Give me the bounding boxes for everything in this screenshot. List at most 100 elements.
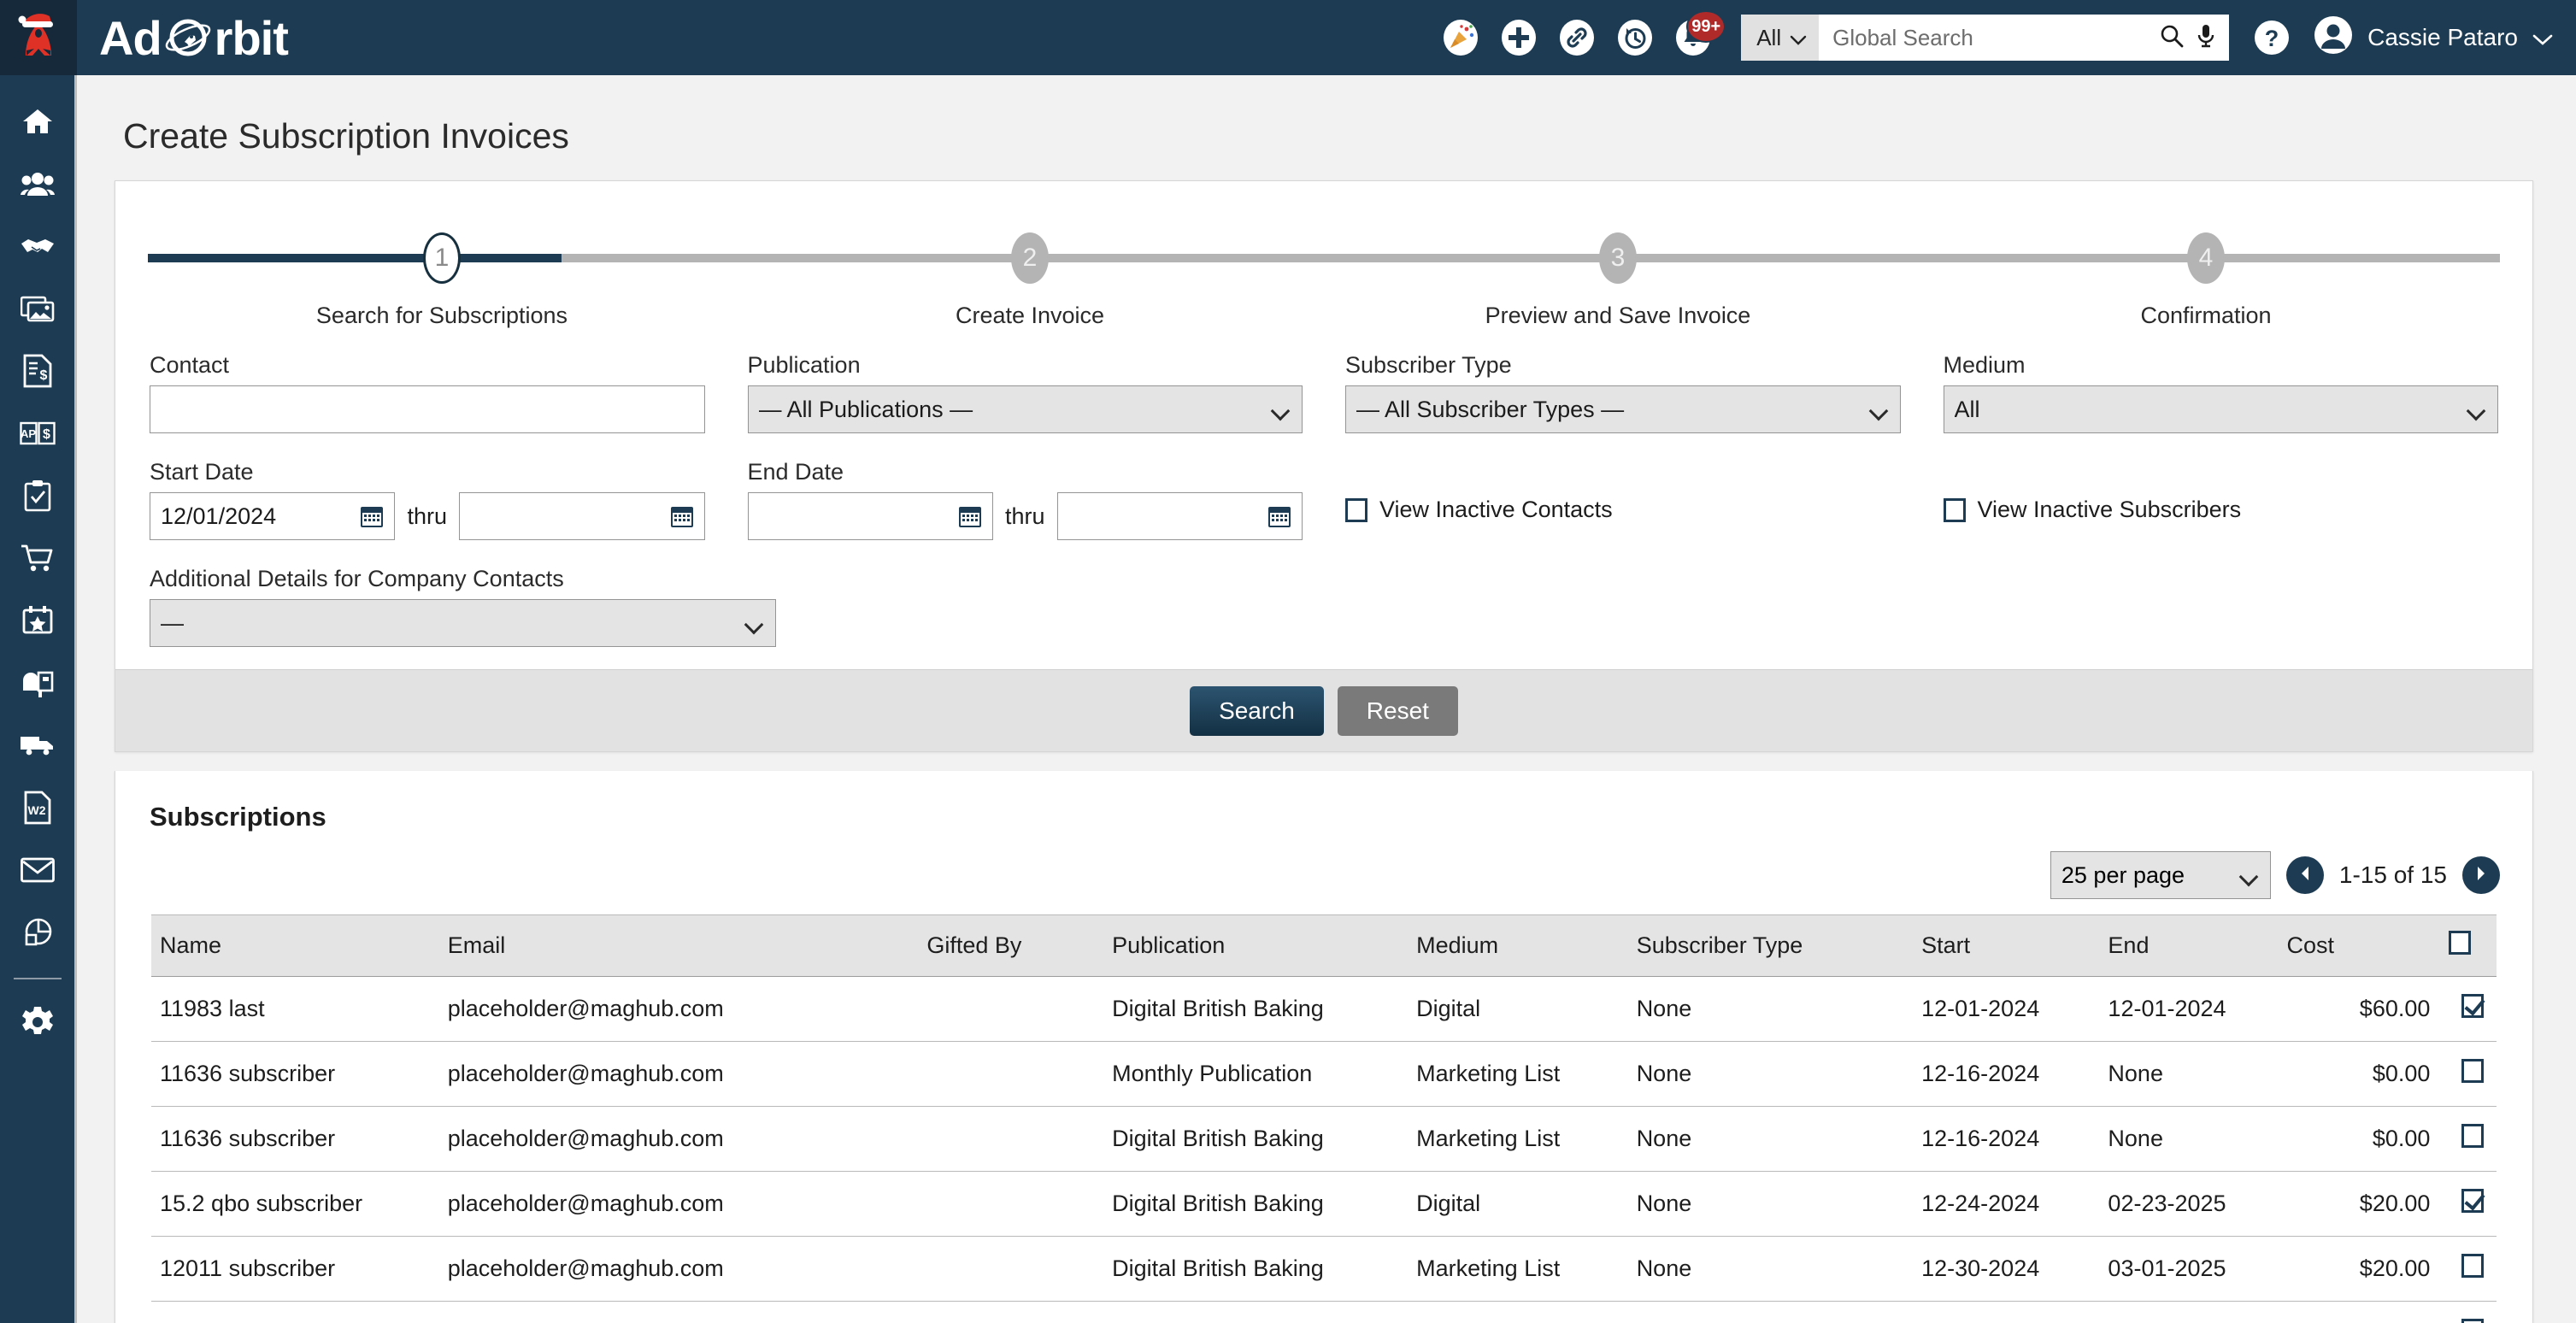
search-input[interactable]: [1832, 24, 2155, 51]
cell-subscriber-type: None: [1636, 1236, 1922, 1302]
start-date-to-input[interactable]: [459, 492, 705, 540]
column-header-gifted-by[interactable]: Gifted By: [926, 914, 1113, 977]
global-search: All: [1741, 15, 2230, 61]
sidebar-item-email[interactable]: [0, 841, 76, 903]
cell-publication: Digital British Baking: [1112, 1106, 1417, 1172]
sidebar-item-invoices[interactable]: $: [0, 342, 76, 404]
filter-view-inactive-subscribers: View Inactive Subscribers: [1943, 459, 2499, 540]
wizard-step-4[interactable]: 4 Confirmation: [1912, 232, 2500, 329]
calendar-icon[interactable]: [359, 503, 385, 533]
column-header-medium[interactable]: Medium: [1416, 914, 1637, 977]
sidebar-item-media[interactable]: [0, 279, 76, 342]
view-inactive-subscribers-label: View Inactive Subscribers: [1977, 497, 2242, 522]
end-date-from-input[interactable]: [747, 492, 993, 540]
microphone-icon[interactable]: [2195, 23, 2217, 53]
end-date-from-field: [747, 492, 993, 540]
select-all-checkbox[interactable]: [2449, 931, 2472, 955]
filter-publication: Publication — All Publications —: [747, 352, 1303, 433]
sidebar-item-mailbox[interactable]: [0, 654, 76, 716]
table-row[interactable]: 12011 subscriber placeholder@maghub.com Di…: [151, 1236, 2497, 1302]
sidebar-item-distribution[interactable]: [0, 716, 76, 779]
sidebar-item-tasks[interactable]: [0, 467, 76, 529]
cell-cost: $50.00: [2286, 1301, 2431, 1323]
column-header-end[interactable]: End: [2108, 914, 2287, 977]
avatar: [2313, 15, 2354, 62]
table-row[interactable]: Jacklin Slimmingjslimming11@independent.…: [151, 1301, 2497, 1323]
filter-subscriber-type: Subscriber Type — All Subscriber Types —: [1345, 352, 1901, 433]
search-field-wrap: [1819, 15, 2230, 61]
row-select-checkbox[interactable]: [2461, 1124, 2485, 1148]
notifications-bell-icon[interactable]: 99+: [1671, 10, 1726, 60]
publication-select[interactable]: — All Publications —: [747, 385, 1303, 433]
calendar-icon[interactable]: [957, 503, 983, 533]
party-popper-icon[interactable]: [1438, 15, 1483, 60]
column-header-start[interactable]: Start: [1921, 914, 2108, 977]
additional-details-select[interactable]: —: [150, 599, 776, 647]
search-button[interactable]: Search: [1190, 685, 1324, 736]
medium-select[interactable]: All: [1943, 385, 2498, 433]
cell-gifted-by: [926, 1301, 1113, 1323]
row-select-checkbox[interactable]: [2461, 1189, 2485, 1213]
app-logo-mark[interactable]: [0, 0, 77, 75]
wizard-step-3[interactable]: 3 Preview and Save Invoice: [1324, 232, 1912, 329]
invoice-dollar-icon: $: [23, 354, 52, 392]
sidebar-item-settings[interactable]: [0, 993, 76, 1055]
sidebar-item-contacts[interactable]: [0, 155, 76, 217]
book-ap-dollar-icon: AP $: [19, 420, 56, 450]
user-menu[interactable]: Cassie Pataro: [2313, 15, 2554, 62]
subscriptions-table: Name Email Gifted By Publication Medium …: [151, 914, 2497, 1323]
table-row[interactable]: 11983 last placeholder@maghub.com Digital …: [151, 976, 2497, 1042]
cell-end: None: [2108, 1041, 2287, 1107]
table-row[interactable]: 11636 subscriber placeholder@maghub.com Di…: [151, 1106, 2497, 1172]
cell-start: 12-01-2024: [1921, 976, 2108, 1042]
wizard-step-1[interactable]: 1 Search for Subscriptions: [148, 232, 736, 329]
sidebar-item-calendar[interactable]: [0, 591, 76, 654]
results-range-label: 1-15 of 15: [2338, 861, 2447, 888]
add-plus-icon[interactable]: [1497, 15, 1541, 60]
reset-button[interactable]: Reset: [1337, 685, 1458, 736]
subscriber-type-select[interactable]: — All Subscriber Types —: [1345, 385, 1901, 433]
end-date-to-input[interactable]: [1056, 492, 1303, 540]
link-icon[interactable]: [1555, 15, 1599, 60]
search-scope-selector[interactable]: All: [1741, 15, 1820, 61]
cell-medium: Digital: [1416, 1171, 1637, 1237]
table-row[interactable]: 11636 subscriber placeholder@maghub.com Mo…: [151, 1041, 2497, 1107]
view-inactive-contacts-checkbox[interactable]: [1345, 497, 1367, 522]
view-inactive-subscribers-checkbox[interactable]: [1943, 497, 1966, 522]
column-header-name[interactable]: Name: [151, 914, 448, 977]
calendar-icon[interactable]: [1267, 503, 1292, 533]
history-clock-icon[interactable]: [1613, 15, 1657, 60]
column-header-publication[interactable]: Publication: [1112, 914, 1417, 977]
help-icon[interactable]: ?: [2250, 15, 2294, 60]
wizard-step-2[interactable]: 2 Create Invoice: [736, 232, 1324, 329]
cell-medium: Marketing List: [1416, 1041, 1637, 1107]
start-date-from-input[interactable]: [150, 492, 396, 540]
sidebar-item-sales[interactable]: [0, 217, 76, 279]
brand-wordmark[interactable]: Ad rbit: [99, 0, 289, 75]
column-header-email[interactable]: Email: [447, 914, 927, 977]
per-page-select[interactable]: 25 per page: [2050, 851, 2271, 899]
contact-label: Contact: [150, 352, 230, 378]
contact-input[interactable]: [150, 385, 705, 433]
cell-email: placeholder@maghub.com: [447, 976, 927, 1042]
table-row[interactable]: 15.2 qbo subscriber placeholder@maghub.co…: [151, 1171, 2497, 1237]
search-icon[interactable]: [2159, 23, 2185, 53]
previous-page-button[interactable]: [2285, 856, 2324, 894]
column-header-cost[interactable]: Cost: [2286, 914, 2431, 977]
row-select-checkbox[interactable]: [2461, 1319, 2485, 1323]
row-select-checkbox[interactable]: [2461, 1059, 2485, 1083]
cell-end: 02-23-2025: [2108, 1171, 2287, 1237]
filter-view-inactive-contacts: View Inactive Contacts: [1345, 459, 1901, 540]
wizard-step-4-label: Confirmation: [2140, 303, 2272, 328]
column-header-subscriber-type[interactable]: Subscriber Type: [1636, 914, 1922, 977]
sidebar-item-w2-forms[interactable]: W2: [0, 779, 76, 841]
next-page-button[interactable]: [2462, 856, 2500, 894]
sidebar-item-home[interactable]: [0, 92, 76, 155]
sidebar-item-orders[interactable]: [0, 529, 76, 591]
sidebar-item-accounts-payable[interactable]: AP $: [0, 404, 76, 467]
row-select-checkbox[interactable]: [2461, 1254, 2485, 1278]
calendar-icon[interactable]: [669, 503, 695, 533]
cell-cost: $0.00: [2286, 1106, 2431, 1172]
row-select-checkbox[interactable]: [2461, 994, 2485, 1018]
sidebar-item-reports[interactable]: [0, 903, 76, 966]
